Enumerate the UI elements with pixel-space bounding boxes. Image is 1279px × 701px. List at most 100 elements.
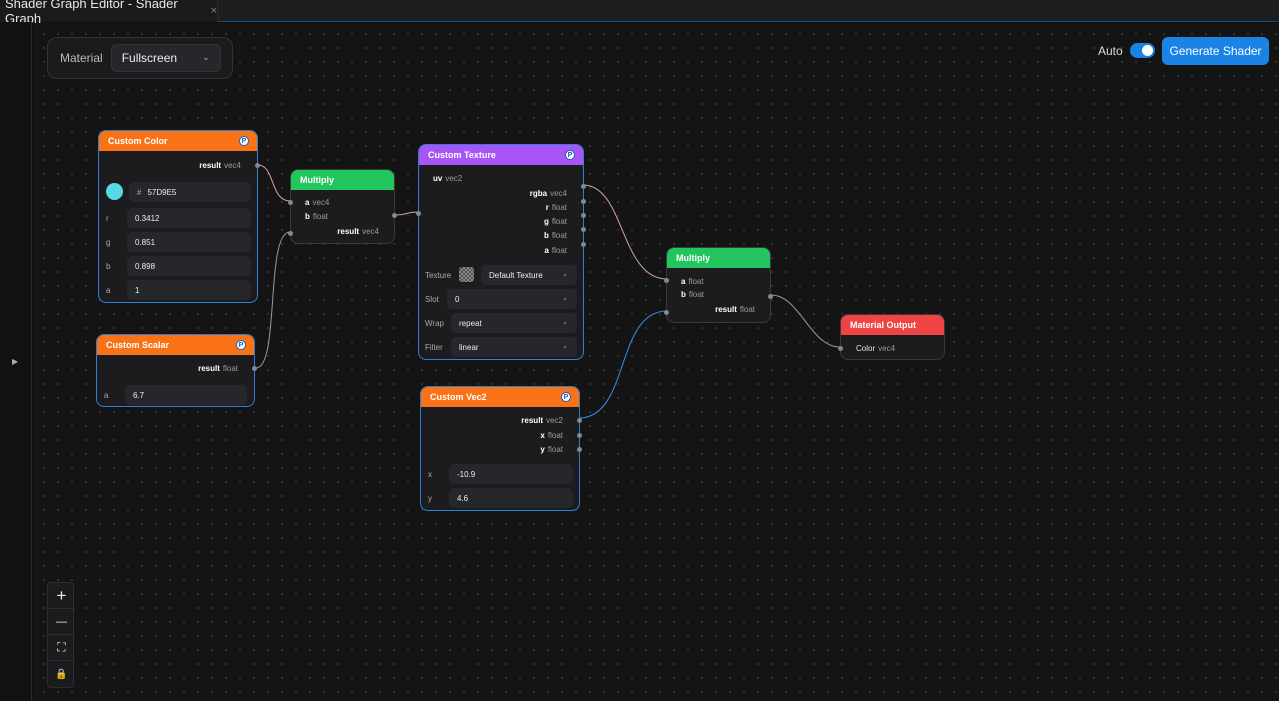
output-port-result: result vec4 bbox=[199, 161, 241, 170]
node-header[interactable]: Custom Texture P bbox=[419, 145, 583, 165]
output-port-a: a float bbox=[544, 246, 567, 255]
texture-thumbnail[interactable] bbox=[459, 267, 474, 282]
b-label: b bbox=[106, 262, 111, 271]
generate-shader-button[interactable]: Generate Shader bbox=[1162, 37, 1269, 65]
input-pin-color[interactable] bbox=[838, 346, 843, 351]
wire-vec2-to-multiply2 bbox=[578, 310, 668, 419]
wire-color-to-multiply bbox=[257, 164, 291, 202]
x-input[interactable]: -10.9 bbox=[449, 464, 573, 484]
slot-label: Slot bbox=[425, 295, 439, 304]
filter-select[interactable]: linear ⌄ bbox=[451, 337, 577, 357]
wire-texture-to-multiply2 bbox=[582, 184, 668, 280]
parameter-badge-icon: P bbox=[239, 136, 249, 146]
y-label: y bbox=[428, 494, 432, 503]
material-select[interactable]: Fullscreen ⌄ bbox=[110, 44, 221, 72]
a-label: a bbox=[104, 391, 109, 400]
wrap-label: Wrap bbox=[425, 319, 444, 328]
output-pin-x[interactable] bbox=[577, 433, 582, 438]
r-label: r bbox=[106, 214, 109, 223]
wire-multiply2-to-output bbox=[770, 294, 841, 348]
input-pin-a[interactable] bbox=[288, 200, 293, 205]
parameter-badge-icon: P bbox=[565, 150, 575, 160]
a-label: a bbox=[106, 286, 111, 295]
zoom-in-button[interactable]: + bbox=[48, 583, 75, 609]
g-label: g bbox=[106, 238, 111, 247]
input-pin-a[interactable] bbox=[664, 278, 669, 283]
node-title: Custom Color bbox=[108, 136, 168, 146]
input-pin-uv[interactable] bbox=[416, 211, 421, 216]
input-port-b: b float bbox=[681, 290, 705, 299]
node-title: Custom Scalar bbox=[106, 340, 170, 350]
r-input[interactable]: 0.3412 bbox=[127, 208, 251, 228]
output-port-result: result float bbox=[715, 305, 755, 314]
slot-select[interactable]: 0 ⌄ bbox=[447, 289, 577, 309]
y-input[interactable]: 4.6 bbox=[449, 488, 573, 508]
material-panel: Material Fullscreen ⌄ bbox=[47, 37, 233, 79]
g-input[interactable]: 0.851 bbox=[127, 232, 251, 252]
fit-view-button[interactable]: ⛶ bbox=[48, 635, 75, 661]
input-pin-b[interactable] bbox=[664, 310, 669, 315]
output-port-result: result vec2 bbox=[521, 416, 563, 425]
a-input[interactable]: 1 bbox=[127, 280, 251, 300]
texture-select[interactable]: Default Texture ⌄ bbox=[481, 265, 577, 285]
output-pin-r[interactable] bbox=[581, 199, 586, 204]
output-port-g: g float bbox=[543, 217, 567, 226]
auto-label: Auto bbox=[1098, 44, 1123, 58]
output-port-y: y float bbox=[540, 445, 563, 454]
node-custom-texture[interactable]: Custom Texture P uv vec2 rgba vec4 r float g… bbox=[416, 144, 586, 360]
input-port-b: b float bbox=[305, 212, 329, 221]
output-pin[interactable] bbox=[768, 294, 773, 299]
input-port-color: Color vec4 bbox=[856, 344, 896, 353]
input-port-uv: uv vec2 bbox=[433, 174, 463, 183]
output-pin-b[interactable] bbox=[581, 227, 586, 232]
output-pin[interactable] bbox=[252, 366, 257, 371]
node-title: Material Output bbox=[850, 320, 917, 330]
output-pin-a[interactable] bbox=[581, 242, 586, 247]
output-port-b: b float bbox=[543, 231, 567, 240]
output-pin[interactable] bbox=[392, 213, 397, 218]
node-header[interactable]: Multiply bbox=[667, 248, 770, 268]
node-header[interactable]: Multiply bbox=[291, 170, 394, 190]
node-custom-color[interactable]: Custom Color P result vec4 #57D9E5 r 0.341… bbox=[98, 130, 260, 303]
zoom-out-button[interactable]: — bbox=[48, 609, 75, 635]
node-header[interactable]: Custom Color P bbox=[99, 131, 257, 151]
filter-label: Filter bbox=[425, 343, 443, 352]
node-header[interactable]: Material Output bbox=[841, 315, 944, 335]
output-pin-rgba[interactable] bbox=[581, 184, 586, 189]
material-value: Fullscreen bbox=[121, 51, 178, 65]
node-custom-scalar[interactable]: Custom Scalar P result float a 6.7 bbox=[96, 334, 257, 407]
output-port-x: x float bbox=[540, 431, 563, 440]
node-title: Multiply bbox=[676, 253, 710, 263]
a-input[interactable]: 6.7 bbox=[125, 385, 247, 405]
node-material-output[interactable]: Material Output Color vec4 bbox=[838, 314, 945, 360]
hex-input[interactable]: #57D9E5 bbox=[129, 182, 251, 202]
node-title: Multiply bbox=[300, 175, 334, 185]
node-header[interactable]: Custom Scalar P bbox=[97, 335, 254, 355]
node-multiply-2[interactable]: Multiply a float b float result float bbox=[664, 247, 773, 323]
output-pin-y[interactable] bbox=[577, 447, 582, 452]
output-port-result: result float bbox=[198, 364, 238, 373]
output-port-rgba: rgba vec4 bbox=[529, 189, 567, 198]
output-pin-g[interactable] bbox=[581, 213, 586, 218]
b-input[interactable]: 0.898 bbox=[127, 256, 251, 276]
material-label: Material bbox=[60, 51, 103, 65]
input-pin-b[interactable] bbox=[288, 231, 293, 236]
output-port-result: result vec4 bbox=[337, 227, 379, 236]
input-port-a: a float bbox=[681, 277, 704, 286]
parameter-badge-icon: P bbox=[561, 392, 571, 402]
input-port-a: a vec4 bbox=[305, 198, 330, 207]
color-swatch[interactable] bbox=[106, 183, 123, 200]
output-pin[interactable] bbox=[255, 163, 260, 168]
node-multiply-1[interactable]: Multiply a vec4 b float result vec4 bbox=[288, 169, 397, 244]
wrap-select[interactable]: repeat ⌄ bbox=[451, 313, 577, 333]
lock-button[interactable]: 🔒 bbox=[48, 661, 75, 687]
wire-scalar-to-multiply bbox=[255, 231, 291, 369]
node-header[interactable]: Custom Vec2 P bbox=[421, 387, 579, 407]
auto-toggle[interactable] bbox=[1130, 43, 1155, 58]
node-title: Custom Vec2 bbox=[430, 392, 487, 402]
texture-label: Texture bbox=[425, 271, 452, 280]
output-port-r: r float bbox=[545, 203, 567, 212]
node-custom-vec2[interactable]: Custom Vec2 P result vec2 x float y float x … bbox=[420, 386, 582, 511]
zoom-controls: + — ⛶ 🔒 bbox=[47, 582, 75, 688]
output-pin-result[interactable] bbox=[577, 418, 582, 423]
